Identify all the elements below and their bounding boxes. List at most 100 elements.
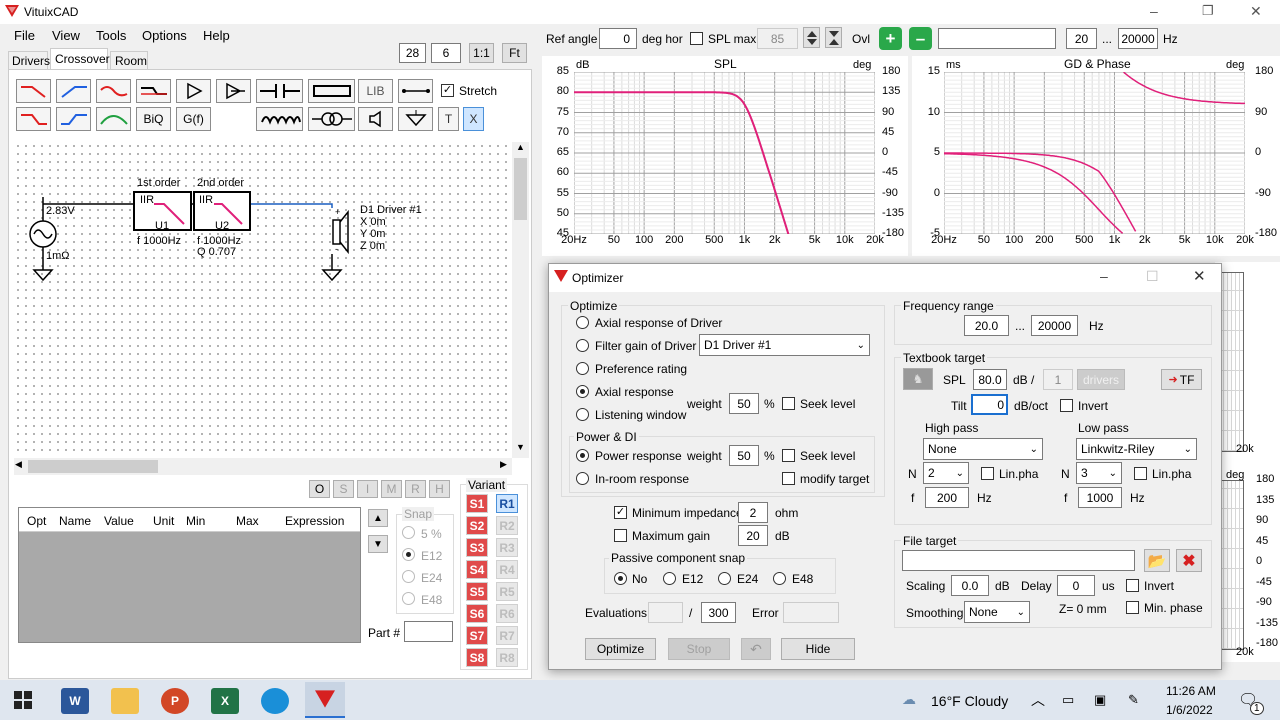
highpass-blue-tool[interactable]: [56, 79, 91, 103]
weight2-input[interactable]: 50: [729, 445, 759, 466]
preference-radio[interactable]: [576, 362, 589, 375]
chevron-up-icon[interactable]: ︿: [1031, 690, 1045, 710]
axial-driver-radio[interactable]: [576, 316, 589, 329]
listening-window-radio[interactable]: [576, 408, 589, 421]
opt-o-button[interactable]: O: [309, 480, 330, 498]
optimize-button[interactable]: Optimize: [585, 638, 656, 660]
scroll-right-icon[interactable]: ▶: [500, 459, 507, 470]
tab-crossover[interactable]: Crossover: [50, 48, 110, 69]
tab-drivers[interactable]: Drivers: [8, 51, 50, 69]
schematic-vscrollbar[interactable]: ▲ ▼: [512, 142, 529, 458]
inroom-radio[interactable]: [576, 472, 589, 485]
optimizer-maximize-icon[interactable]: ☐: [1146, 268, 1159, 285]
transformer-tool[interactable]: [308, 107, 355, 131]
clock-time[interactable]: 11:26 AM: [1166, 684, 1216, 698]
snap-e12-radio[interactable]: [402, 548, 415, 561]
explorer-taskbar-icon[interactable]: [111, 688, 139, 714]
hp-freq-input[interactable]: 200: [925, 487, 969, 508]
hp-linpha-checkbox[interactable]: [981, 467, 994, 480]
inductor-tool[interactable]: [256, 107, 303, 131]
max-gain-input[interactable]: 20: [738, 525, 768, 546]
lp-linpha-checkbox[interactable]: [1134, 467, 1147, 480]
variant-r7-button[interactable]: R7: [496, 626, 518, 645]
edge-taskbar-icon[interactable]: [261, 688, 289, 714]
target-spl-input[interactable]: 80.0: [973, 369, 1007, 390]
target-drivers-count[interactable]: 1: [1043, 369, 1073, 390]
zoom-1to1-button[interactable]: 1:1: [469, 43, 494, 63]
variant-s1-button[interactable]: S1: [466, 494, 488, 513]
tf-button[interactable]: ➜ TF: [1161, 369, 1202, 390]
seek-level1-checkbox[interactable]: [782, 397, 795, 410]
power-response-radio[interactable]: [576, 449, 589, 462]
scaling-input[interactable]: 0.0: [951, 575, 989, 596]
variant-s6-button[interactable]: S6: [466, 604, 488, 623]
driver-select[interactable]: D1 Driver #1 ⌄: [699, 334, 870, 356]
col-unit[interactable]: Unit: [153, 514, 174, 528]
menu-view[interactable]: View: [52, 28, 80, 43]
opt-h-button[interactable]: H: [429, 480, 450, 498]
meet-icon[interactable]: ▭: [1062, 692, 1074, 708]
capacitor-tool[interactable]: [256, 79, 303, 103]
move-down-button[interactable]: ▼: [368, 535, 388, 553]
snap-e24-radio[interactable]: [402, 570, 415, 583]
ground-tool[interactable]: [398, 107, 433, 131]
variant-r6-button[interactable]: R6: [496, 604, 518, 623]
snap-e48-radio[interactable]: [402, 592, 415, 605]
spl-updown-button[interactable]: [803, 27, 820, 48]
remove-overlay-button[interactable]: –: [909, 27, 932, 50]
part-number-input[interactable]: [404, 621, 453, 642]
col-max[interactable]: Max: [236, 514, 259, 528]
optimizer-minimize-icon[interactable]: –: [1100, 268, 1108, 284]
max-gain-checkbox[interactable]: [614, 529, 627, 542]
biquad-tool[interactable]: BiQ: [136, 107, 171, 131]
opt-s-button[interactable]: S: [333, 480, 354, 498]
excel-taskbar-icon[interactable]: X: [211, 688, 239, 714]
vituixcad-taskbar-icon[interactable]: [305, 682, 345, 718]
opt-freq-high-input[interactable]: 20000: [1031, 315, 1078, 336]
minimize-button[interactable]: –: [1150, 3, 1158, 19]
min-phase-checkbox[interactable]: [1126, 601, 1139, 614]
x-tool[interactable]: X: [463, 107, 484, 131]
lp-order-select[interactable]: 3 ⌄: [1076, 462, 1122, 484]
wire-tool[interactable]: [398, 79, 433, 103]
min-impedance-checkbox[interactable]: ✓: [614, 506, 627, 519]
target-animal-button[interactable]: ♞: [903, 368, 933, 390]
high-pass-select[interactable]: None ⌄: [923, 438, 1043, 460]
col-min[interactable]: Min: [186, 514, 205, 528]
variant-r4-button[interactable]: R4: [496, 560, 518, 579]
variant-s2-button[interactable]: S2: [466, 516, 488, 535]
lowpass2-red-tool[interactable]: [16, 107, 51, 131]
close-button[interactable]: ✕: [1250, 3, 1262, 20]
spl-collapse-button[interactable]: [825, 27, 842, 48]
evaluations-max-input[interactable]: 300: [701, 602, 736, 623]
delay-tool[interactable]: [216, 79, 251, 103]
lowpass-red-tool[interactable]: [16, 79, 51, 103]
variant-r3-button[interactable]: R3: [496, 538, 518, 557]
col-name[interactable]: Name: [59, 514, 91, 528]
t-tool[interactable]: T: [438, 107, 459, 131]
tilt-input[interactable]: 0: [971, 394, 1008, 415]
lib-tool[interactable]: LIB: [358, 79, 393, 103]
stretch-checkbox[interactable]: ✓: [441, 84, 454, 97]
zoom-fit-button[interactable]: Ft: [502, 43, 527, 63]
move-up-button[interactable]: ▲: [368, 509, 388, 527]
axial-response-radio[interactable]: [576, 385, 589, 398]
snap-e24-opt-radio[interactable]: [718, 572, 731, 585]
min-impedance-input[interactable]: 2: [738, 502, 768, 523]
weight1-input[interactable]: 50: [729, 393, 759, 414]
zoom-a-field[interactable]: 28: [399, 43, 426, 63]
optimizer-close-icon[interactable]: ✕: [1193, 267, 1206, 285]
bandpass-red-tool[interactable]: [96, 79, 131, 103]
hp-order-select[interactable]: 2 ⌄: [923, 462, 969, 484]
undo-button[interactable]: ↶: [741, 638, 771, 660]
highpass2-blue-tool[interactable]: [56, 107, 91, 131]
word-taskbar-icon[interactable]: W: [61, 688, 89, 714]
menu-file[interactable]: File: [14, 28, 35, 43]
variant-r1-button[interactable]: R1: [496, 494, 518, 513]
spl-max-checkbox[interactable]: [690, 32, 703, 45]
clock-date[interactable]: 1/6/2022: [1166, 703, 1213, 717]
weather-text[interactable]: 16°F Cloudy: [931, 693, 1008, 709]
zoom-b-field[interactable]: 6: [431, 43, 461, 63]
clear-file-button[interactable]: ✖: [1176, 549, 1202, 572]
scroll-left-icon[interactable]: ◀: [15, 459, 22, 470]
